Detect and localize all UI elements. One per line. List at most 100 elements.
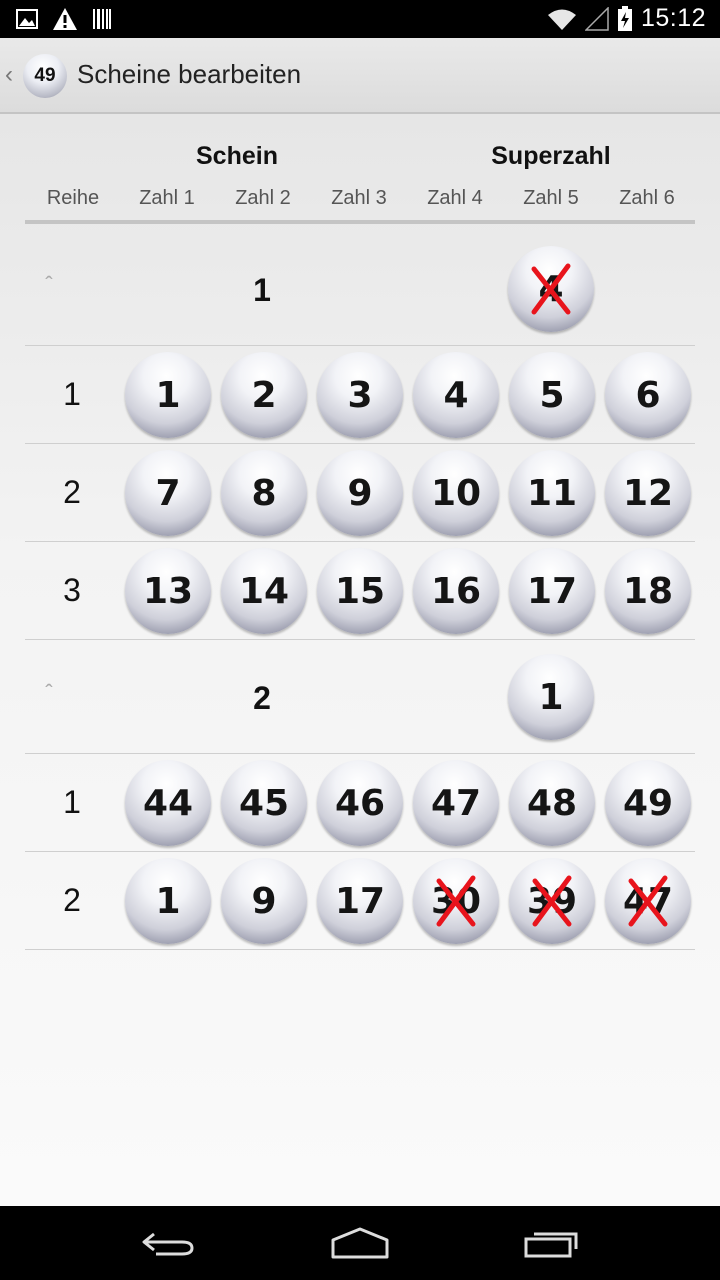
ball-number: 17 xyxy=(526,570,578,612)
wifi-icon xyxy=(547,9,576,30)
number-ball[interactable]: 15 xyxy=(317,548,403,634)
superzahl-ball[interactable]: 4 xyxy=(508,246,594,332)
number-ball[interactable]: 4 xyxy=(413,352,499,438)
number-ball[interactable]: 11 xyxy=(509,450,595,536)
ball-number: 4 xyxy=(443,374,469,416)
number-ball[interactable]: 7 xyxy=(125,450,211,536)
status-time: 15:12 xyxy=(640,4,706,32)
number-ball[interactable]: 30 xyxy=(413,858,499,944)
row-label: 3 xyxy=(63,572,81,608)
number-ball[interactable]: 8 xyxy=(221,450,307,536)
number-ball[interactable]: 48 xyxy=(509,760,595,846)
superzahl-ball[interactable]: 1 xyxy=(508,654,594,740)
number-ball[interactable]: 47 xyxy=(413,760,499,846)
number-ball[interactable]: 9 xyxy=(221,858,307,944)
ball-number: 9 xyxy=(347,472,373,514)
back-button[interactable] xyxy=(128,1220,208,1266)
ball-number: 15 xyxy=(334,570,386,612)
ball-number: 13 xyxy=(142,570,194,612)
row-label: 1 xyxy=(63,784,81,820)
ball-number: 49 xyxy=(622,782,674,824)
navigation-bar xyxy=(0,1206,720,1280)
number-ball[interactable]: 6 xyxy=(605,352,691,438)
table-row: 3 13 14 15 16 17 18 xyxy=(25,542,695,640)
ball-number: 1 xyxy=(538,676,564,718)
number-ball[interactable]: 17 xyxy=(509,548,595,634)
col-header-zahl-6: Zahl 6 xyxy=(619,187,675,209)
number-ball[interactable]: 17 xyxy=(317,858,403,944)
number-ball[interactable]: 13 xyxy=(125,548,211,634)
ball-number: 1 xyxy=(155,880,181,922)
header-schein: Schein xyxy=(196,142,278,170)
col-header-zahl-2: Zahl 2 xyxy=(235,187,291,209)
warning-icon xyxy=(53,8,77,30)
number-ball[interactable]: 1 xyxy=(125,352,211,438)
ball-number: 47 xyxy=(622,880,674,922)
ball-number: 10 xyxy=(430,472,482,514)
ball-number: 47 xyxy=(430,782,482,824)
recent-apps-icon xyxy=(524,1232,578,1258)
number-ball[interactable]: 46 xyxy=(317,760,403,846)
ball-number: 5 xyxy=(539,374,565,416)
app-icon[interactable]: 49 xyxy=(23,54,67,98)
action-bar: ‹ 49 Scheine bearbeiten xyxy=(0,38,720,114)
number-ball[interactable]: 12 xyxy=(605,450,691,536)
number-ball[interactable]: 9 xyxy=(317,450,403,536)
number-ball[interactable]: 2 xyxy=(221,352,307,438)
col-header-zahl-5: Zahl 5 xyxy=(523,187,579,209)
number-ball[interactable]: 10 xyxy=(413,450,499,536)
image-icon xyxy=(16,9,38,29)
recent-apps-button[interactable] xyxy=(512,1220,592,1266)
ball-number: 44 xyxy=(142,782,194,824)
home-button[interactable] xyxy=(320,1220,400,1266)
ball-number: 45 xyxy=(238,782,290,824)
number-ball[interactable]: 3 xyxy=(317,352,403,438)
ball-number: 8 xyxy=(251,472,277,514)
number-ball[interactable]: 1 xyxy=(125,858,211,944)
signal-icon xyxy=(584,6,609,31)
back-icon xyxy=(142,1232,194,1256)
ball-number: 30 xyxy=(430,880,482,922)
ball-number: 48 xyxy=(526,782,578,824)
ball-number: 16 xyxy=(430,570,482,612)
number-ball[interactable]: 5 xyxy=(509,352,595,438)
collapse-caret-icon[interactable]: ˆ xyxy=(37,272,61,297)
row-label: 2 xyxy=(63,882,81,918)
ticket-header[interactable]: ˆ 2 1 xyxy=(25,640,695,754)
table-row: 1 44 45 46 47 48 49 xyxy=(25,754,695,852)
ball-number: 14 xyxy=(238,570,290,612)
ball-number: 7 xyxy=(155,472,181,514)
ticket-list[interactable]: Schein Superzahl Reihe Zahl 1 Zahl 2 Zah… xyxy=(0,114,720,1206)
ball-number: 6 xyxy=(635,374,661,416)
ticket-header[interactable]: ˆ 1 4 xyxy=(25,232,695,346)
page-title: Scheine bearbeiten xyxy=(77,59,302,89)
number-ball[interactable]: 18 xyxy=(605,548,691,634)
up-caret-icon[interactable]: ‹ xyxy=(5,61,13,89)
ball-number: 9 xyxy=(251,880,277,922)
number-ball[interactable]: 44 xyxy=(125,760,211,846)
number-ball[interactable]: 39 xyxy=(509,858,595,944)
number-ball[interactable]: 16 xyxy=(413,548,499,634)
collapse-caret-icon[interactable]: ˆ xyxy=(37,680,61,705)
table-row: 2 7 8 9 10 11 12 xyxy=(25,444,695,542)
row-label: 1 xyxy=(63,376,81,412)
ball-number: 2 xyxy=(251,374,277,416)
table-row: 2 1 9 17 30 39 47 xyxy=(25,852,695,950)
col-header-zahl-1: Zahl 1 xyxy=(139,187,195,209)
number-ball[interactable]: 49 xyxy=(605,760,691,846)
ball-number: 17 xyxy=(334,880,386,922)
ball-number: 11 xyxy=(526,472,578,514)
number-ball[interactable]: 45 xyxy=(221,760,307,846)
col-header-zahl-3: Zahl 3 xyxy=(331,187,387,209)
ball-number: 18 xyxy=(622,570,674,612)
barcode-icon xyxy=(93,9,111,29)
status-bar: 15:12 xyxy=(0,0,720,38)
header-superzahl: Superzahl xyxy=(491,142,611,170)
ticket-number: 2 xyxy=(253,680,271,716)
number-ball[interactable]: 47 xyxy=(605,858,691,944)
number-ball[interactable]: 14 xyxy=(221,548,307,634)
ball-number: 12 xyxy=(622,472,674,514)
ticket-number: 1 xyxy=(253,272,271,308)
ball-number: 1 xyxy=(155,374,181,416)
ball-number: 3 xyxy=(347,374,373,416)
